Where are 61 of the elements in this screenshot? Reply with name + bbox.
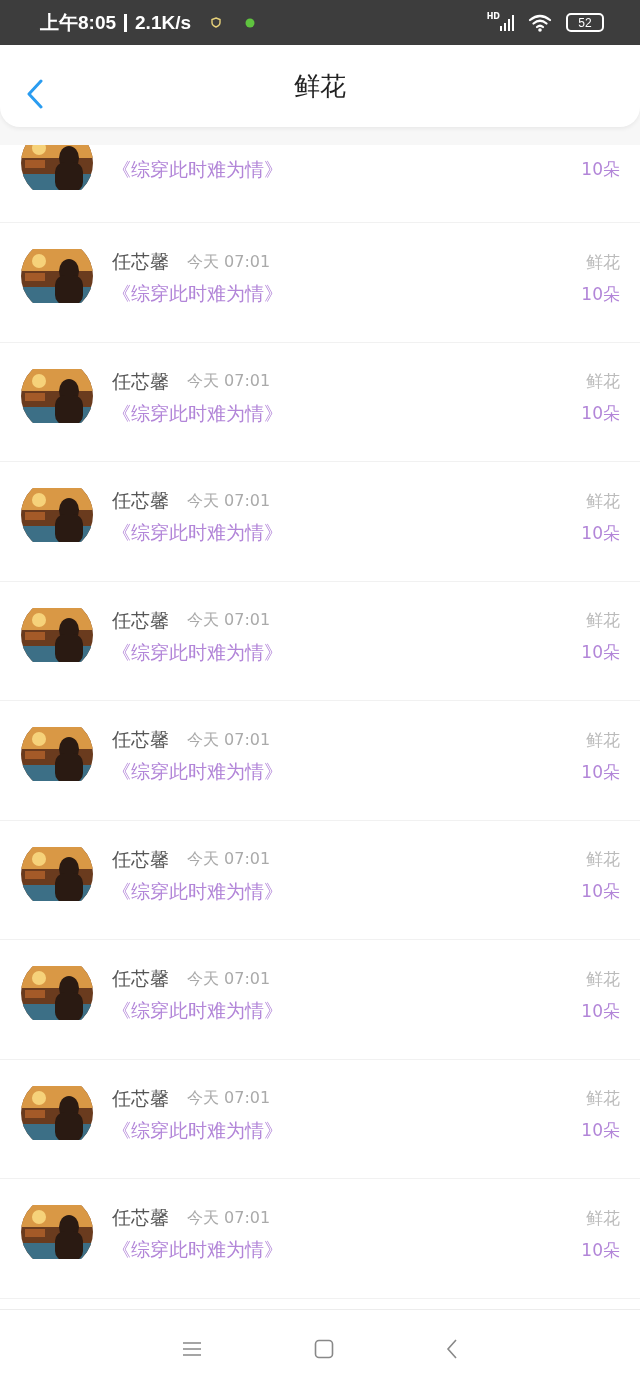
flower-count: 10朵 (581, 1119, 620, 1142)
status-dot-icon (245, 17, 255, 28)
wifi-icon (528, 13, 552, 32)
book-title[interactable]: 《综穿此时难为情》 (112, 281, 283, 307)
gift-type: 鲜花 (586, 1206, 620, 1230)
battery-indicator: 52 (566, 13, 604, 32)
gift-type: 鲜花 (586, 489, 620, 513)
user-name: 任芯馨 (112, 249, 169, 274)
user-name: 任芯馨 (112, 846, 169, 872)
signal-label: HD (486, 12, 500, 21)
user-name: 任芯馨 (112, 727, 169, 752)
book-title[interactable]: 《综穿此时难为情》 (112, 878, 283, 905)
timestamp: 今天 07:01 (187, 968, 271, 990)
gift-type: 鲜花 (586, 967, 620, 991)
flower-count: 10朵 (581, 402, 620, 425)
book-title[interactable]: 《综穿此时难为情》 (112, 639, 283, 666)
back-icon[interactable] (446, 1338, 458, 1359)
user-name: 任芯馨 (112, 368, 169, 394)
flower-count: 10朵 (581, 1238, 620, 1262)
signal-icon (500, 14, 514, 31)
book-title[interactable]: 《综穿此时难为情》 (112, 1237, 283, 1263)
flower-count: 10朵 (581, 999, 620, 1023)
gift-type: 鲜花 (586, 609, 620, 632)
network-speed: 2.1K/s (135, 11, 191, 34)
timestamp: 今天 07:01 (187, 490, 271, 512)
flower-count: 10朵 (581, 282, 620, 306)
book-title[interactable]: 《综穿此时难为情》 (112, 1117, 283, 1144)
back-button[interactable] (26, 79, 44, 109)
page-title: 鲜花 (294, 69, 346, 103)
timestamp: 今天 07:01 (187, 1088, 271, 1109)
home-icon[interactable] (314, 1338, 334, 1359)
flower-count: 10朵 (581, 880, 620, 903)
book-title[interactable]: 《综穿此时难为情》 (112, 759, 283, 785)
book-title[interactable]: 《综穿此时难为情》 (112, 520, 283, 546)
shield-icon (211, 17, 221, 28)
timestamp: 今天 07:01 (187, 371, 271, 392)
book-title[interactable]: 《综穿此时难为情》 (112, 998, 283, 1024)
timestamp: 今天 07:01 (187, 1207, 271, 1229)
book-title[interactable]: 《综穿此时难为情》 (112, 400, 283, 427)
status-divider (124, 13, 128, 32)
gift-type: 鲜花 (586, 370, 620, 393)
menu-icon[interactable] (182, 1340, 202, 1357)
user-name: 任芯馨 (112, 1205, 169, 1230)
timestamp: 今天 07:01 (187, 251, 271, 273)
gift-type: 鲜花 (586, 1087, 620, 1110)
book-title[interactable]: 《综穿此时难为情》 (112, 156, 283, 183)
gift-type: 鲜花 (586, 848, 620, 871)
flower-count: 10朵 (581, 521, 620, 545)
flower-count: 10朵 (581, 158, 620, 181)
gift-type: 鲜花 (586, 728, 620, 752)
user-name: 任芯馨 (112, 607, 169, 633)
status-time: 上午8:05 (40, 10, 117, 35)
timestamp: 今天 07:01 (187, 849, 271, 870)
flower-count: 10朵 (581, 760, 620, 784)
user-name: 任芯馨 (112, 488, 169, 513)
gift-type: 鲜花 (586, 250, 620, 274)
user-name: 任芯馨 (112, 966, 169, 991)
flower-count: 10朵 (581, 641, 620, 664)
timestamp: 今天 07:01 (187, 610, 271, 631)
timestamp: 今天 07:01 (187, 729, 271, 751)
user-name: 任芯馨 (112, 1085, 169, 1111)
